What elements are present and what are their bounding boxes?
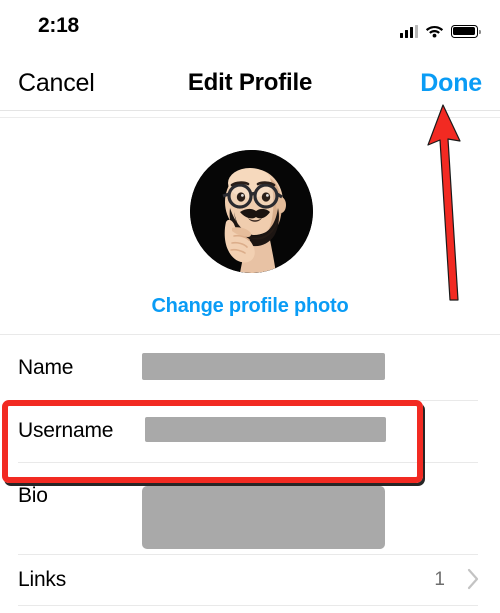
battery-icon [451,25,481,38]
change-profile-photo-button[interactable]: Change profile photo [0,295,500,318]
chevron-right-icon[interactable] [467,568,480,590]
annotation-highlight-rect [2,400,423,483]
bio-value-redacted[interactable] [142,486,385,549]
bio-row-separator [18,554,478,555]
nav-separator-top [0,110,500,111]
status-bar-indicators [399,18,481,38]
links-row-label: Links [18,568,67,591]
bio-row-label: Bio [18,484,48,507]
status-bar: 2:18 [0,0,500,56]
navigation-bar: Cancel Edit Profile Done [0,56,500,111]
cellular-signal-icon [399,25,418,38]
links-count-value: 1 [434,569,445,590]
name-row-label: Name [18,356,74,379]
annotation-arrow-up [400,95,500,310]
wifi-icon [425,24,444,38]
links-row-separator [18,605,478,606]
edit-profile-screen: 2:18 Cancel Edit Profile Done Change pro… [0,0,500,613]
done-button[interactable]: Done [420,69,482,98]
status-bar-time: 2:18 [38,14,79,37]
nav-separator-bottom [0,117,500,118]
name-value-redacted[interactable] [142,353,385,380]
form-separator-top [0,334,500,335]
memoji-avatar[interactable] [190,150,313,273]
